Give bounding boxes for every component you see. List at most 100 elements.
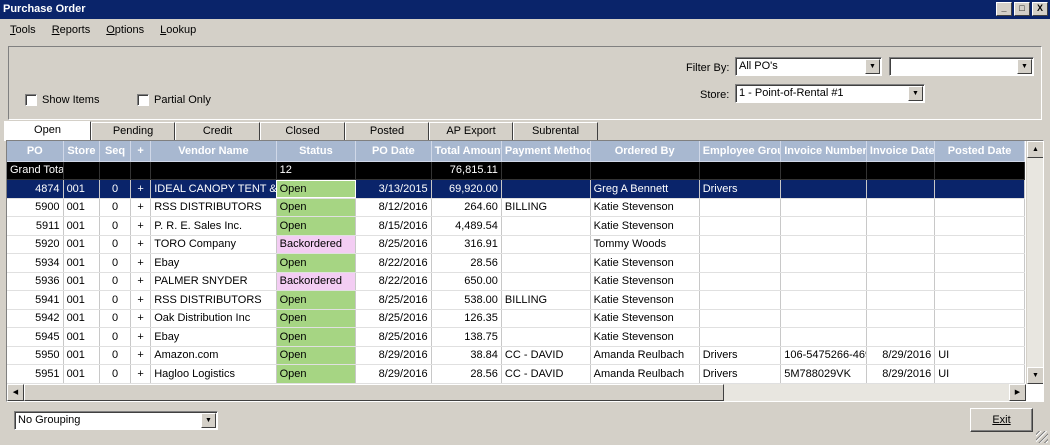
- cell-total: 538.00: [431, 290, 502, 310]
- cell-group: [699, 235, 782, 254]
- cell-date: 8/15/2016: [355, 216, 432, 236]
- cell-po: 5900: [7, 198, 64, 217]
- grouping-dropdown[interactable]: No Grouping ▼: [14, 411, 218, 430]
- cell-by: Tommy Woods: [590, 235, 700, 254]
- restore-button[interactable]: □: [1014, 2, 1030, 16]
- column-header[interactable]: Ordered By: [590, 141, 700, 162]
- filter-panel: Show Items Partial Only Filter By: All P…: [8, 46, 1042, 120]
- cell-group: Drivers: [699, 346, 782, 365]
- column-header[interactable]: Payment Method: [501, 141, 591, 162]
- tab-posted[interactable]: Posted: [345, 122, 429, 140]
- horizontal-scroll-thumb[interactable]: [24, 384, 724, 401]
- cell-plus: +: [130, 235, 152, 254]
- cell-invdate: [866, 235, 936, 254]
- cell-po: 5934: [7, 253, 64, 273]
- tab-ap-export[interactable]: AP Export: [429, 122, 513, 140]
- cell-inv: [780, 272, 867, 291]
- cell-invdate: [866, 327, 936, 347]
- grand-total-amount: 76,815.11: [431, 161, 502, 180]
- tab-open[interactable]: Open: [4, 121, 91, 141]
- exit-button[interactable]: Exit: [970, 408, 1033, 432]
- chevron-down-icon[interactable]: ▼: [1017, 59, 1032, 74]
- cell-vendor: P. R. E. Sales Inc.: [150, 216, 277, 236]
- table-row[interactable]: 5945 001 0 + Ebay Open 8/25/2016 138.75 Katie St…: [7, 327, 1025, 347]
- table-row[interactable]: 5911 001 0 + P. R. E. Sales Inc. Open 8/15/201…: [7, 216, 1025, 236]
- cell-by: Katie Stevenson: [590, 309, 700, 328]
- cell-by: Katie Stevenson: [590, 327, 700, 347]
- menu-tools[interactable]: Tools: [10, 24, 36, 36]
- tab-credit[interactable]: Credit: [175, 122, 260, 140]
- store-dropdown[interactable]: 1 - Point-of-Rental #1 ▼: [735, 84, 925, 103]
- scroll-down-icon[interactable]: ▼: [1027, 367, 1043, 384]
- vertical-scrollbar[interactable]: ▲ ▼: [1026, 141, 1043, 384]
- menu-lookup[interactable]: Lookup: [160, 24, 196, 36]
- cell-invdate: [866, 216, 936, 236]
- cell-pay: [501, 253, 591, 273]
- column-header[interactable]: +: [130, 141, 152, 162]
- scroll-left-icon[interactable]: ◀: [7, 384, 24, 401]
- show-items-checkbox[interactable]: Show Items: [25, 94, 99, 106]
- table-row[interactable]: 48740010+IDEAL CANOPY TENT & STRIOpen3/1…: [7, 179, 1025, 199]
- store-label: Store:: [700, 89, 730, 101]
- scroll-up-icon[interactable]: ▲: [1027, 141, 1043, 158]
- cell-invdate: [866, 179, 936, 199]
- table-row[interactable]: 5920 001 0 + TORO Company Backordered 8/25/201…: [7, 235, 1025, 254]
- cell-inv: [780, 198, 867, 217]
- cell-pay: [501, 309, 591, 328]
- column-header[interactable]: Posted Date: [934, 141, 1025, 162]
- cell-date: 8/25/2016: [355, 290, 432, 310]
- column-header[interactable]: Seq: [99, 141, 131, 162]
- table-row[interactable]: 5936 001 0 + PALMER SNYDER Backordered 8/22/20…: [7, 272, 1025, 291]
- menu-reports[interactable]: Reports: [52, 24, 91, 36]
- title-bar: Purchase Order _ □ X: [0, 0, 1050, 19]
- partial-only-checkbox-box[interactable]: [137, 94, 149, 106]
- cell-seq: 0: [99, 290, 131, 310]
- column-header[interactable]: PO Date: [355, 141, 432, 162]
- close-button[interactable]: X: [1032, 2, 1048, 16]
- column-header[interactable]: Total Amount: [431, 141, 502, 162]
- column-header[interactable]: PO: [7, 141, 64, 162]
- partial-only-checkbox[interactable]: Partial Only: [137, 94, 211, 106]
- tab-closed[interactable]: Closed: [260, 122, 345, 140]
- column-header[interactable]: Invoice Date: [866, 141, 936, 162]
- minimize-button[interactable]: _: [996, 2, 1012, 16]
- cell-status: Backordered: [276, 272, 357, 291]
- column-header[interactable]: Invoice Number: [780, 141, 867, 162]
- cell-by: Katie Stevenson: [590, 216, 700, 236]
- column-header[interactable]: Employee Group: [699, 141, 782, 162]
- cell-invdate: [866, 253, 936, 273]
- chevron-down-icon[interactable]: ▼: [908, 86, 923, 101]
- cell-seq: 0: [99, 327, 131, 347]
- table-row[interactable]: 5900 001 0 + RSS DISTRIBUTORS Open 8/12/2016 26…: [7, 198, 1025, 217]
- show-items-checkbox-box[interactable]: [25, 94, 37, 106]
- cell-date: 8/25/2016: [355, 327, 432, 347]
- filter-secondary-dropdown[interactable]: ▼: [889, 57, 1034, 76]
- cell-posted: [934, 290, 1025, 310]
- cell-posted: [934, 179, 1025, 199]
- tab-pending[interactable]: Pending: [91, 122, 175, 140]
- resize-grip[interactable]: [1036, 431, 1048, 443]
- horizontal-scrollbar[interactable]: ◀ ▶: [7, 384, 1026, 401]
- cell-group: [699, 290, 782, 310]
- chevron-down-icon[interactable]: ▼: [201, 413, 216, 428]
- table-row[interactable]: 5951 001 0 + Hagloo Logistics Open 8/29/2016 28…: [7, 364, 1025, 384]
- table-row[interactable]: 5950 001 0 + Amazon.com Open 8/29/2016 38.84 CC …: [7, 346, 1025, 365]
- filter-by-dropdown[interactable]: All PO's ▼: [735, 57, 882, 76]
- cell-group: Drivers: [699, 179, 782, 199]
- menu-options[interactable]: Options: [106, 24, 144, 36]
- column-header[interactable]: Status: [276, 141, 357, 162]
- cell-store: 001: [63, 198, 101, 217]
- cell-inv: 5M788029VK: [780, 364, 867, 384]
- tab-subrental[interactable]: Subrental: [513, 122, 598, 140]
- table-row[interactable]: 5934 001 0 + Ebay Open 8/22/2016 28.56 Katie Ste…: [7, 253, 1025, 273]
- cell-inv: [780, 327, 867, 347]
- column-header[interactable]: Vendor Name: [150, 141, 277, 162]
- cell-inv: [780, 309, 867, 328]
- cell-group: [699, 272, 782, 291]
- table-row[interactable]: 5941 001 0 + RSS DISTRIBUTORS Open 8/25/2016 53…: [7, 290, 1025, 310]
- column-header[interactable]: Store: [63, 141, 101, 162]
- scroll-right-icon[interactable]: ▶: [1009, 384, 1026, 401]
- cell-po: 5950: [7, 346, 64, 365]
- table-row[interactable]: 5942 001 0 + Oak Distribution Inc Open 8/25/20…: [7, 309, 1025, 328]
- chevron-down-icon[interactable]: ▼: [865, 59, 880, 74]
